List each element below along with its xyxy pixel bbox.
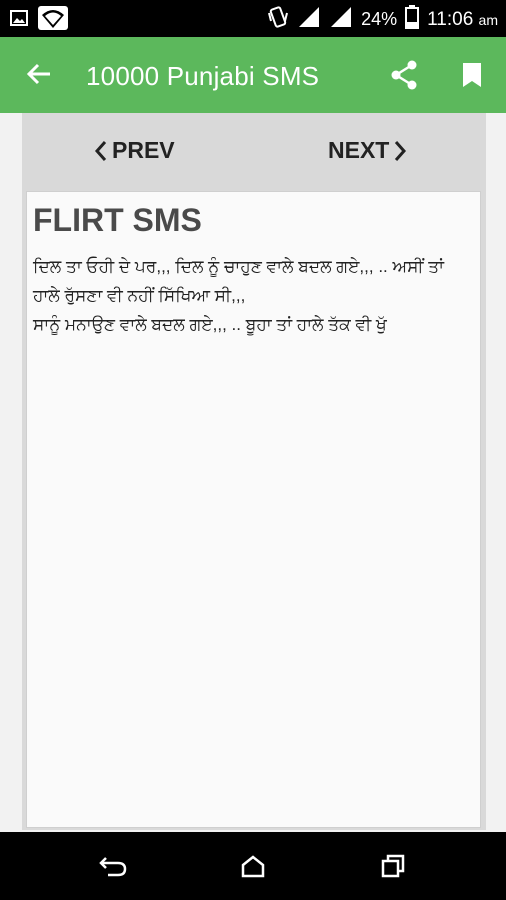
status-bar: 24% 11:06 am — [0, 0, 506, 37]
app-title: 10000 Punjabi SMS — [86, 61, 320, 91]
chevron-right-icon — [395, 140, 407, 161]
app-bar: 10000 Punjabi SMS — [0, 37, 506, 113]
sms-card: FLIRT SMS ਦਿਲ ਤਾ ਓਹੀ ਦੇ ਪਰ,,, ਦਿਲ ਨੂੰ ਚਾ… — [26, 191, 481, 828]
system-back-icon[interactable] — [98, 854, 128, 883]
arrow-back-icon[interactable] — [26, 62, 52, 91]
prev-button[interactable]: PREV — [94, 137, 175, 164]
next-label: NEXT — [328, 137, 390, 163]
bookmark-icon[interactable] — [462, 62, 482, 93]
system-nav-bar — [0, 832, 506, 900]
chevron-left-icon — [94, 140, 107, 161]
share-icon[interactable] — [390, 60, 418, 95]
home-icon[interactable] — [240, 854, 266, 883]
sms-body[interactable]: ਦਿਲ ਤਾ ਓਹੀ ਦੇ ਪਰ,,, ਦਿਲ ਨੂੰ ਚਾਹੁਣ ਵਾਲੇ ਬ… — [33, 252, 473, 339]
image-icon — [10, 10, 28, 31]
battery-icon — [405, 5, 420, 34]
next-button[interactable]: NEXT — [328, 137, 407, 164]
content-panel: PREV NEXT FLIRT SMS ਦਿਲ ਤਾ ਓਹੀ ਦੇ ਪਰ,,, … — [22, 113, 486, 830]
status-right: 24% 11:06 am — [267, 5, 498, 34]
recents-icon[interactable] — [380, 854, 406, 883]
clock: 11:06 am — [427, 8, 498, 30]
vibrate-icon — [267, 5, 289, 34]
signal-icon — [297, 5, 321, 34]
pagination-row: PREV NEXT — [22, 113, 486, 189]
sms-title: FLIRT SMS — [33, 202, 202, 238]
wifi-icon — [38, 6, 68, 35]
signal-icon — [329, 5, 353, 34]
battery-percent: 24% — [361, 9, 398, 29]
status-left — [10, 6, 68, 35]
prev-label: PREV — [112, 137, 175, 163]
